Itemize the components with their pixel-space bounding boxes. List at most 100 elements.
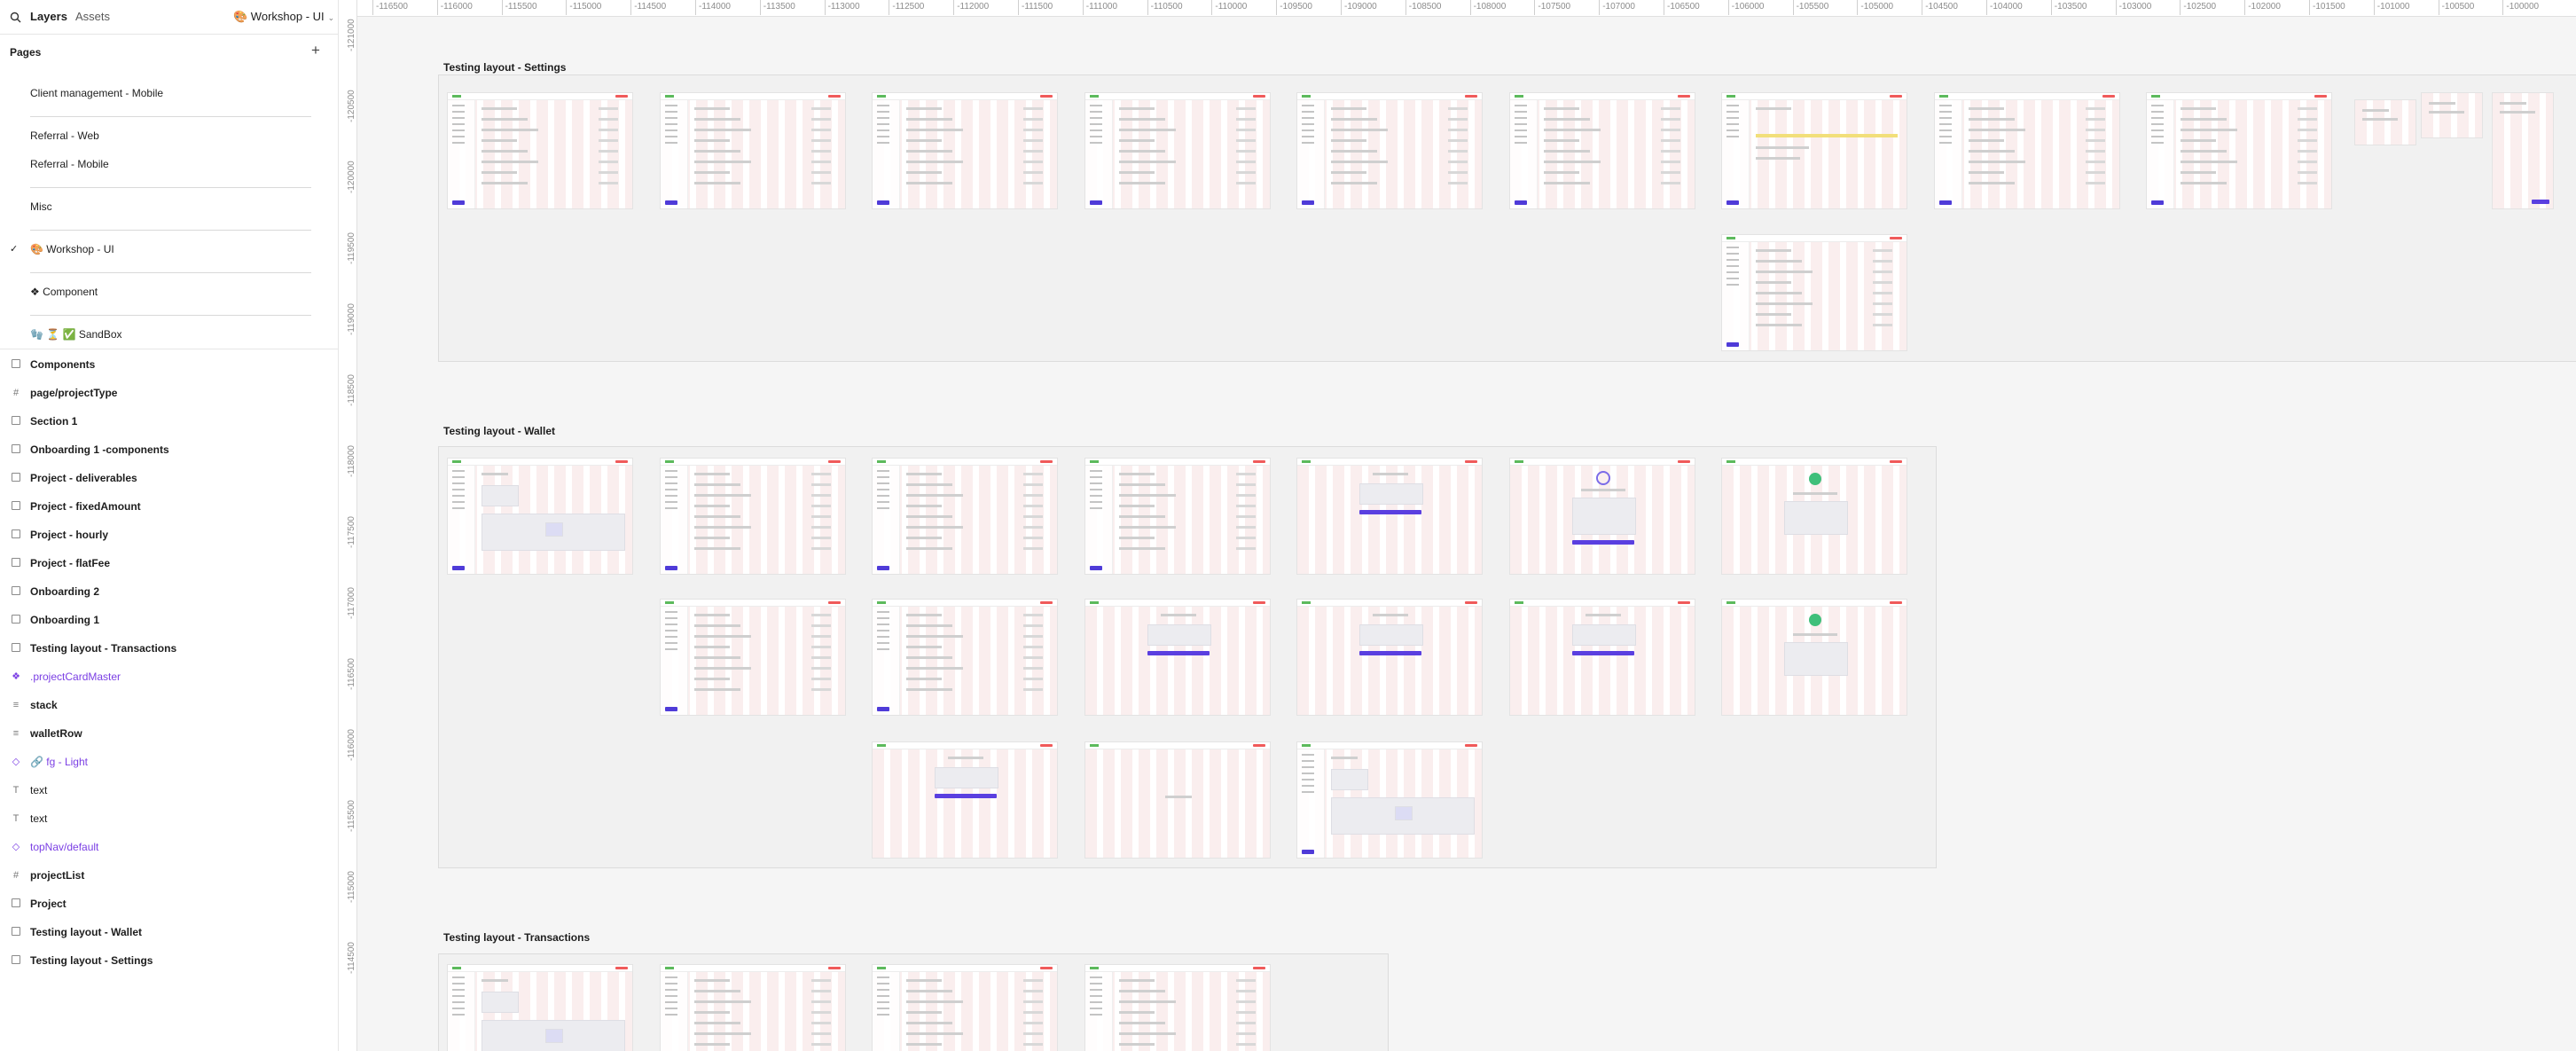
frame-thumbnail[interactable] <box>1084 458 1271 575</box>
frame-thumbnail[interactable] <box>2146 92 2332 209</box>
frame-thumbnail[interactable] <box>1721 458 1907 575</box>
checkmark-icon: ✓ <box>10 244 19 255</box>
frame-thumbnail[interactable] <box>2491 92 2554 209</box>
frame-icon <box>10 898 22 910</box>
ruler-tick-y-label: -118500 <box>347 374 356 406</box>
layer-row[interactable]: Ttext <box>0 776 338 804</box>
ruler-tick-x: -109500 <box>1276 0 1312 15</box>
frame-thumbnail[interactable] <box>1296 458 1483 575</box>
ruler-tick-y-label: -115500 <box>347 800 356 832</box>
frame-thumbnail[interactable] <box>1296 599 1483 716</box>
ruler-tick-y-label: -121000 <box>347 19 356 51</box>
layer-row[interactable]: Testing layout - Transactions <box>0 634 338 663</box>
frame-thumbnail[interactable] <box>1508 458 1695 575</box>
ruler-tick-y-label: -120500 <box>347 90 356 122</box>
ruler-tick-x: -107500 <box>1534 0 1571 15</box>
frame-thumbnail[interactable] <box>447 458 633 575</box>
frame-thumbnail[interactable] <box>872 458 1058 575</box>
section-title-settings[interactable]: Testing layout - Settings <box>443 61 566 74</box>
layer-row[interactable]: Testing layout - Settings <box>0 946 338 975</box>
layer-row[interactable]: ≡ stack <box>0 691 338 719</box>
ruler-tick-x: -103500 <box>2050 0 2087 15</box>
layer-row[interactable]: Ttext <box>0 804 338 833</box>
frame-thumbnail[interactable] <box>1084 964 1271 1051</box>
frame-thumbnail[interactable] <box>659 92 846 209</box>
layer-row[interactable]: # projectList <box>0 861 338 890</box>
layer-row[interactable]: # page/projectType <box>0 379 338 407</box>
current-page-label: 🎨 Workshop - UI <box>233 10 325 23</box>
instance-icon: ◇ <box>12 757 20 767</box>
page-item[interactable]: Referral - Mobile <box>30 158 109 170</box>
design-canvas[interactable]: -116500 -116000 -115500 -115000 -114500 -1140… <box>339 0 2576 1051</box>
layer-row[interactable]: ◇ topNav/default <box>0 833 338 861</box>
tab-layers[interactable]: Layers <box>30 10 67 23</box>
frame-thumbnail[interactable] <box>447 964 633 1051</box>
frame-thumbnail[interactable] <box>1721 234 1907 351</box>
ruler-tick-y: -118000 <box>340 445 356 504</box>
frame-thumbnail[interactable] <box>1084 599 1271 716</box>
sidebar-header: Layers Assets 🎨 Workshop - UI ⌄ <box>0 0 338 35</box>
layer-row[interactable]: Testing layout - Wallet <box>0 918 338 946</box>
layer-row[interactable]: Section 1 <box>0 407 338 435</box>
frame-thumbnail[interactable] <box>659 458 846 575</box>
frame-thumbnail[interactable] <box>1508 92 1695 209</box>
frame-thumbnail[interactable] <box>447 92 633 209</box>
frame-thumbnail[interactable] <box>872 599 1058 716</box>
grid-frame-icon: # <box>12 870 20 881</box>
page-item[interactable]: Client management - Mobile <box>30 87 163 99</box>
page-item[interactable]: 🧤 ⏳ ✅ SandBox <box>30 328 122 341</box>
frame-thumbnail[interactable] <box>1084 741 1271 859</box>
frame-thumbnail[interactable] <box>1084 92 1271 209</box>
instance-icon: ◇ <box>12 842 20 852</box>
layer-name: projectList <box>30 869 85 882</box>
page-switcher[interactable]: 🎨 Workshop - UI ⌄ <box>233 10 334 24</box>
frame-thumbnail[interactable] <box>1721 599 1907 716</box>
layer-row[interactable]: ≡ walletRow <box>0 719 338 748</box>
layer-row[interactable]: ◇ 🔗 fg - Light <box>0 748 338 776</box>
auto-layout-icon: ≡ <box>12 700 20 710</box>
ruler-tick-x: -116500 <box>372 0 408 15</box>
layer-row[interactable]: Project - deliverables <box>0 464 338 492</box>
layer-row[interactable]: Project - hourly <box>0 521 338 549</box>
tab-assets[interactable]: Assets <box>75 10 110 23</box>
frame-icon <box>10 614 22 626</box>
section-title-wallet[interactable]: Testing layout - Wallet <box>443 425 555 437</box>
layer-row[interactable]: Onboarding 1 -components <box>0 435 338 464</box>
ruler-tick-y: -117000 <box>340 587 356 646</box>
frame-thumbnail[interactable] <box>1721 92 1907 209</box>
frame-thumbnail[interactable] <box>872 964 1058 1051</box>
layer-row[interactable]: Onboarding 1 <box>0 606 338 634</box>
page-item-label: Referral - Web <box>30 129 99 142</box>
ruler-tick-x: -114500 <box>630 0 667 15</box>
layer-name: Components <box>30 358 96 371</box>
section-title-transactions[interactable]: Testing layout - Transactions <box>443 931 590 944</box>
text-icon: T <box>12 785 20 796</box>
page-item[interactable]: ✓ 🎨 Workshop - UI <box>10 243 114 255</box>
page-item[interactable]: ❖ Component <box>30 286 98 298</box>
layer-row[interactable]: Project <box>0 890 338 918</box>
frame-thumbnail[interactable] <box>1296 92 1483 209</box>
page-item[interactable]: Misc <box>30 200 52 213</box>
vertical-ruler: -121000 -120500 -120000 -119500 -119000 -1185… <box>339 0 357 1051</box>
frame-thumbnail[interactable] <box>872 741 1058 859</box>
ruler-tick-y: -116000 <box>340 729 356 788</box>
layer-name: Onboarding 1 -components <box>30 443 169 456</box>
layer-row[interactable]: Project - flatFee <box>0 549 338 577</box>
frame-thumbnail[interactable] <box>1508 599 1695 716</box>
frame-thumbnail[interactable] <box>2420 92 2483 138</box>
page-item[interactable]: Referral - Web <box>30 129 99 142</box>
frame-thumbnail[interactable] <box>872 92 1058 209</box>
layer-row[interactable]: ❖ .projectCardMaster <box>0 663 338 691</box>
layer-row[interactable]: Project - fixedAmount <box>0 492 338 521</box>
frame-thumbnail[interactable] <box>1933 92 2120 209</box>
layer-row[interactable]: Components <box>0 350 338 379</box>
frame-thumbnail[interactable] <box>2353 99 2416 145</box>
layer-name: page/projectType <box>30 387 118 399</box>
ruler-tick-x: -115500 <box>501 0 537 15</box>
frame-thumbnail[interactable] <box>659 964 846 1051</box>
layer-row[interactable]: Onboarding 2 <box>0 577 338 606</box>
frame-thumbnail[interactable] <box>659 599 846 716</box>
frame-thumbnail[interactable] <box>1296 741 1483 859</box>
add-page-icon[interactable]: + <box>311 43 320 58</box>
search-icon[interactable] <box>10 12 21 27</box>
